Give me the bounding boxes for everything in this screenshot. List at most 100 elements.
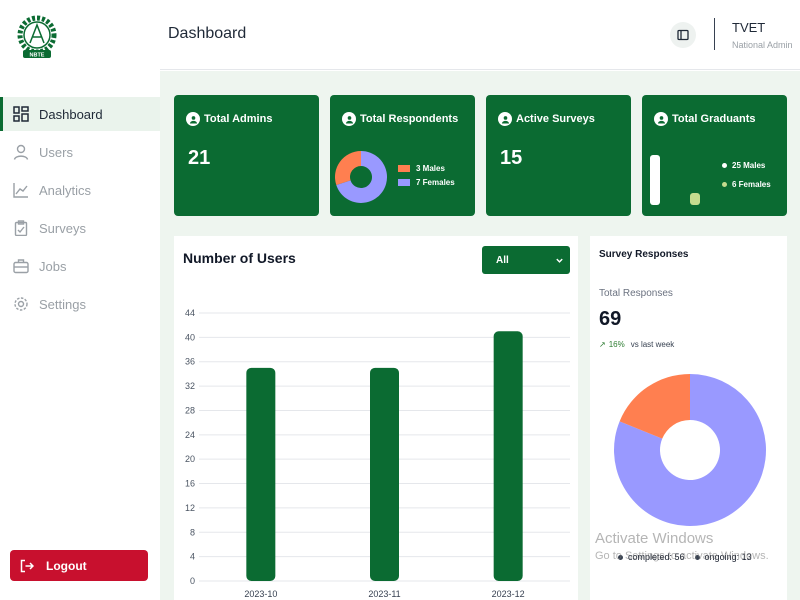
sidebar: NBTE Dashboard Users Analytics Surveys J… (0, 0, 160, 600)
sidebar-toggle-button[interactable] (670, 22, 696, 48)
total-responses-label: Total Responses (599, 288, 673, 299)
legend-males: 3 Males (398, 164, 445, 173)
slice-males (335, 151, 361, 186)
sidebar-item-jobs[interactable]: Jobs (0, 249, 160, 283)
x-tick-label: 2023-11 (368, 589, 400, 599)
user-role: National Admin (732, 40, 793, 50)
respondents-icon (342, 112, 356, 126)
logout-label: Logout (46, 558, 87, 573)
briefcase-icon (13, 259, 29, 274)
header-divider (714, 18, 715, 50)
y-tick-label: 28 (185, 405, 195, 415)
user-name[interactable]: TVET (732, 20, 765, 35)
panel-title: Survey Responses (599, 249, 689, 260)
select-value: All (496, 254, 509, 266)
sidebar-item-label: Analytics (39, 182, 92, 198)
legend-label: 7 Females (416, 178, 455, 187)
legend-males: 25 Males (722, 161, 765, 170)
card-total-respondents: Total Respondents 3 Males 7 Females (330, 95, 475, 216)
card-value: 21 (188, 147, 211, 169)
legend-dot-white (722, 163, 727, 168)
legend-dot (618, 554, 623, 560)
y-tick-label: 12 (185, 503, 195, 513)
y-tick-label: 16 (185, 479, 195, 489)
card-active-surveys: Active Surveys 15 (486, 95, 631, 216)
panel-title: Number of Users (183, 250, 296, 266)
legend-label: 3 Males (416, 164, 445, 173)
logout-icon (20, 559, 34, 572)
legend-swatch-lavender (398, 179, 410, 186)
sidebar-item-users[interactable]: Users (0, 135, 160, 169)
legend-females: 6 Females (722, 180, 771, 189)
legend-females: 7 Females (398, 178, 455, 187)
sidebar-item-surveys[interactable]: Surveys (0, 211, 160, 245)
bar-males (650, 155, 660, 205)
admin-icon (186, 112, 200, 126)
y-tick-label: 4 (190, 552, 195, 562)
total-responses-value: 69 (599, 308, 622, 330)
survey-icon (498, 112, 512, 126)
legend-label: 25 Males (732, 161, 766, 170)
sidebar-item-label: Dashboard (39, 106, 103, 122)
logo-text: NBTE (30, 53, 45, 59)
y-tick-label: 36 (185, 357, 195, 367)
users-chart-panel: Number of Users All 0 4 8 12 16 20 24 28 32 36 40 4… (174, 236, 578, 600)
main-content: Total Admins 21 Total Respondents 3 Male… (160, 71, 800, 600)
y-tick-label: 8 (190, 527, 195, 537)
y-tick-label: 32 (185, 381, 195, 391)
arrow-up-right-icon: ↗ (599, 340, 606, 349)
grid-icon (13, 106, 29, 122)
survey-responses-panel: Survey Responses Total Responses 69 ↗ 16… (590, 236, 787, 600)
responses-change: ↗ 16% vs last week (599, 340, 674, 349)
survey-donut-chart (614, 374, 766, 526)
legend-label: completed: 56 (628, 552, 685, 562)
card-total-admins: Total Admins 21 (174, 95, 319, 216)
card-value: 15 (500, 147, 523, 169)
chart-line-icon (13, 183, 28, 198)
y-tick-label: 40 (185, 332, 195, 342)
sidebar-nav: Dashboard Users Analytics Surveys Jobs S… (0, 97, 160, 325)
panel-toggle-icon (677, 29, 689, 41)
gear-icon (14, 297, 28, 311)
legend-dot (694, 554, 700, 560)
top-header: Dashboard TVET National Admin (160, 0, 800, 70)
sidebar-item-analytics[interactable]: Analytics (0, 173, 160, 207)
sidebar-item-label: Users (39, 144, 73, 160)
sidebar-item-label: Jobs (39, 258, 67, 274)
legend-swatch-orange (398, 165, 410, 172)
legend-dot-light-green (722, 182, 727, 187)
sidebar-item-settings[interactable]: Settings (0, 287, 160, 321)
sidebar-item-dashboard[interactable]: Dashboard (0, 97, 160, 131)
graduants-icon (654, 112, 668, 126)
bar-2023-11[interactable] (370, 367, 399, 581)
logout-button[interactable]: Logout (10, 550, 148, 581)
page-title: Dashboard (168, 25, 247, 42)
bar-2023-10[interactable] (246, 367, 276, 581)
bar-females (690, 193, 700, 205)
y-tick-label: 0 (190, 576, 195, 586)
users-bar-chart: 0 4 8 12 16 20 24 28 32 36 40 44 2023-10 2023-11 2023-… (185, 308, 570, 599)
graduants-bar-chart (650, 155, 700, 205)
x-tick-label: 2023-10 (244, 589, 277, 599)
survey-legend: completed: 56 ongoing: 13 (618, 552, 752, 562)
users-filter-select[interactable]: All (482, 246, 570, 274)
legend-label: 6 Females (732, 180, 771, 189)
legend-label: ongoing: 13 (704, 552, 752, 562)
clipboard-icon (14, 220, 28, 236)
y-tick-label: 44 (185, 308, 195, 318)
change-percent: 16% (608, 340, 625, 349)
bar-2023-12[interactable] (493, 331, 523, 581)
card-label: Total Admins (204, 113, 273, 125)
sidebar-item-label: Surveys (39, 220, 86, 236)
chevron-down-icon (556, 258, 563, 263)
y-tick-label: 20 (185, 454, 195, 464)
user-icon (13, 144, 29, 160)
nbte-logo: NBTE (16, 14, 58, 60)
card-label: Active Surveys (516, 113, 595, 125)
respondents-donut-chart (335, 151, 387, 203)
y-tick-label: 24 (185, 430, 195, 440)
change-suffix: vs last week (630, 340, 675, 349)
card-label: Total Graduants (672, 113, 756, 125)
card-label: Total Respondents (360, 113, 459, 125)
card-total-graduants: Total Graduants 25 Males 6 Females (642, 95, 787, 216)
